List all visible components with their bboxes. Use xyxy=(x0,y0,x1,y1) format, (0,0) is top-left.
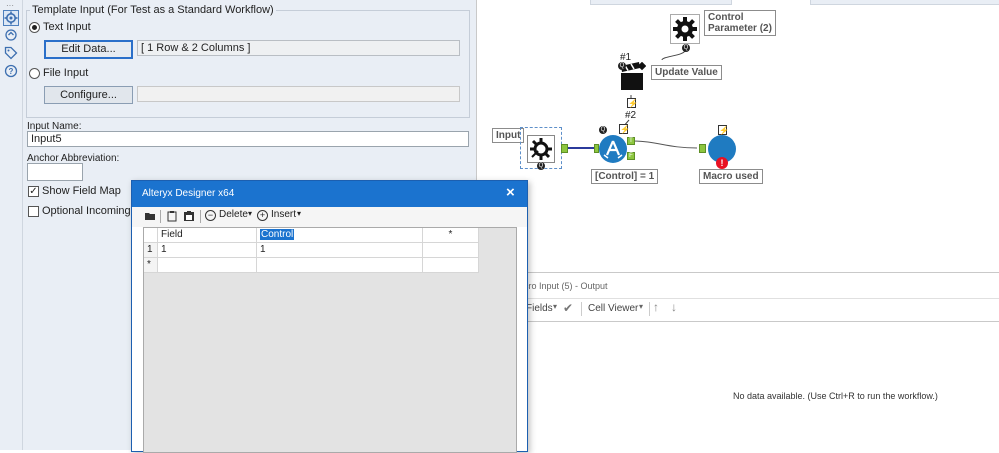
filter-true-anchor[interactable]: T xyxy=(627,137,635,145)
filter-label: [Control] = 1 xyxy=(591,169,659,184)
column-header-control-text: Control xyxy=(260,229,295,240)
results-toolbar: Fields ▾ ✔ Cell Viewer ▾ ↑ ↓ xyxy=(476,298,999,322)
grid-cell[interactable] xyxy=(423,243,479,258)
update-value-label: Update Value xyxy=(651,65,722,80)
group-title: Template Input (For Test as a Standard W… xyxy=(30,4,276,16)
delete-dropdown-icon[interactable]: ▾ xyxy=(248,209,252,218)
edit-data-dialog: Alteryx Designer x64 × − Delete ▾ + Inse… xyxy=(131,180,528,453)
gear-icon xyxy=(673,17,697,41)
grid-cell[interactable] xyxy=(158,258,257,273)
control-parameter-tool[interactable] xyxy=(670,14,700,44)
text-input-summary: [ 1 Row & 2 Columns ] xyxy=(137,40,460,56)
grid-cell[interactable]: 1 xyxy=(158,243,257,258)
filter-false-anchor[interactable]: F xyxy=(627,152,635,160)
insert-icon[interactable]: + xyxy=(257,210,268,221)
data-grid[interactable]: Field Control * 1 1 1 * xyxy=(143,227,517,453)
configure-button[interactable]: Configure... xyxy=(44,86,133,104)
dialog-toolbar: − Delete ▾ + Insert ▾ xyxy=(132,207,527,227)
arrow-up-icon[interactable]: ↑ xyxy=(653,300,659,314)
cell-viewer-label[interactable]: Cell Viewer xyxy=(588,303,638,314)
filter-icon xyxy=(603,140,623,159)
insert-button[interactable]: Insert xyxy=(271,209,296,220)
workflow-canvas[interactable]: Q Control Parameter (2) #1 Q Update Valu… xyxy=(476,0,999,272)
macro-output-input-anchor[interactable] xyxy=(699,144,706,153)
delete-button[interactable]: Delete xyxy=(219,209,248,220)
grid-cell[interactable]: 1 xyxy=(257,243,423,258)
toolbar-divider xyxy=(581,302,582,316)
text-input-radio[interactable] xyxy=(29,22,40,33)
error-icon: ! xyxy=(716,157,728,169)
file-input-radio[interactable] xyxy=(29,68,40,79)
macro-input-icon-box xyxy=(527,135,555,163)
strip-dots: ··· xyxy=(6,1,14,10)
filter-q-anchor[interactable]: Q xyxy=(599,126,607,134)
column-header-field[interactable]: Field xyxy=(158,228,257,243)
arrow-down-icon[interactable]: ↓ xyxy=(671,300,677,314)
update-value-output-bolt[interactable]: ⚡ xyxy=(627,98,638,108)
dialog-title-bar[interactable]: Alteryx Designer x64 × xyxy=(132,181,527,207)
control-parameter-label: Control Parameter (2) xyxy=(704,10,776,36)
edit-data-button[interactable]: Edit Data... xyxy=(44,40,133,59)
optional-incoming-checkbox[interactable] xyxy=(28,206,39,217)
empty-results-message: No data available. (Use Ctrl+R to run th… xyxy=(733,391,938,401)
tool-icon-strip: ··· ? xyxy=(0,0,23,450)
macro-output-bolt[interactable]: ⚡ xyxy=(718,125,729,135)
input-name-field[interactable]: Input5 xyxy=(27,131,469,147)
insert-dropdown-icon[interactable]: ▾ xyxy=(297,209,301,218)
row-index[interactable]: 1 xyxy=(144,243,158,258)
control-parameter-anchor[interactable]: Q xyxy=(682,44,690,52)
column-header-new[interactable]: * xyxy=(423,228,479,243)
paste-icon[interactable] xyxy=(183,210,195,222)
reset-icon[interactable] xyxy=(4,28,18,42)
macro-input-anchor[interactable]: Q xyxy=(537,162,545,170)
macro-input-icon xyxy=(530,138,552,160)
show-field-map-label: Show Field Map xyxy=(42,185,121,197)
fields-label[interactable]: Fields xyxy=(526,303,553,314)
text-input-label: Text Input xyxy=(43,21,91,33)
delete-icon[interactable]: − xyxy=(205,210,216,221)
grid-cell[interactable] xyxy=(257,258,423,273)
toolbar-divider-2 xyxy=(200,210,201,223)
macro-used-label: Macro used xyxy=(699,169,763,184)
cell-viewer-dropdown-icon[interactable]: ▾ xyxy=(639,302,643,311)
checkmark-icon[interactable]: ✔ xyxy=(563,301,573,315)
help-icon[interactable]: ? xyxy=(4,64,18,78)
anchor-abbreviation-field[interactable] xyxy=(27,163,83,181)
file-input-path[interactable] xyxy=(137,86,460,102)
connection-2-label: #2 xyxy=(625,110,637,121)
tag-icon[interactable] xyxy=(4,46,18,60)
filter-tool[interactable] xyxy=(599,135,627,163)
column-header-control[interactable]: Control xyxy=(257,228,423,243)
fields-dropdown-icon[interactable]: ▾ xyxy=(553,302,557,311)
results-pane: cro Input (5) - Output Fields ▾ ✔ Cell V… xyxy=(476,272,999,451)
close-icon[interactable]: × xyxy=(506,184,515,201)
toolbar-divider-2 xyxy=(649,302,650,316)
show-field-map-checkbox[interactable]: ✓ xyxy=(28,186,39,197)
update-value-anchor[interactable]: Q xyxy=(618,62,626,70)
file-input-label: File Input xyxy=(43,67,89,79)
dialog-title: Alteryx Designer x64 xyxy=(142,188,235,199)
toolbar-divider xyxy=(160,210,161,223)
new-row-index[interactable]: * xyxy=(144,258,158,273)
filter-bolt[interactable]: ⚡ xyxy=(619,124,630,134)
grid-cell[interactable] xyxy=(423,258,479,273)
copy-icon[interactable] xyxy=(166,210,178,222)
open-folder-icon[interactable] xyxy=(144,210,156,222)
results-title: cro Input (5) - Output xyxy=(524,281,608,291)
grid-corner xyxy=(144,228,158,243)
macro-input-output-anchor[interactable] xyxy=(561,144,568,153)
svg-text:?: ? xyxy=(9,67,14,76)
gear-icon[interactable] xyxy=(3,10,19,26)
